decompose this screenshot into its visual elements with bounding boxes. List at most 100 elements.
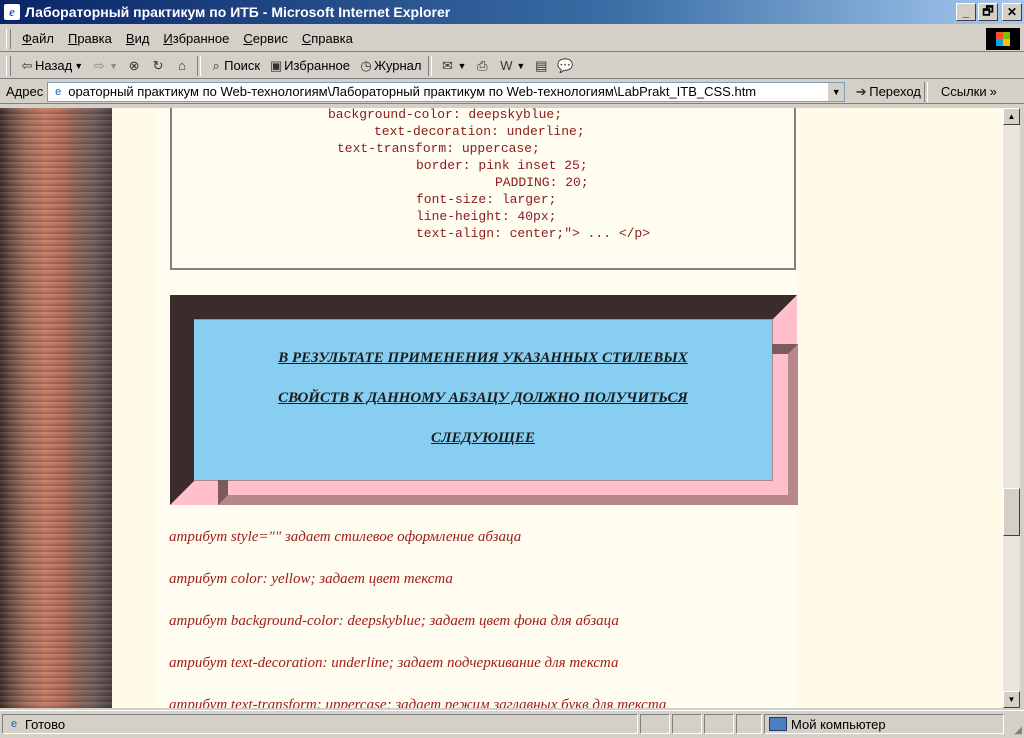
menu-view[interactable]: Вид bbox=[119, 31, 157, 46]
page-icon: e bbox=[55, 85, 62, 98]
minimize-button[interactable]: _ bbox=[956, 3, 976, 21]
attribute-description: атрибут text-decoration: underline; зада… bbox=[169, 655, 619, 671]
zone-text: Мой компьютер bbox=[791, 716, 886, 732]
toolbar-separator bbox=[923, 81, 928, 102]
links-label: Ссылки bbox=[940, 84, 987, 99]
messenger-button[interactable]: 💬 bbox=[553, 58, 577, 74]
chevron-down-icon[interactable]: ▼ bbox=[109, 61, 118, 71]
resize-grip-icon[interactable]: ◢ bbox=[1014, 725, 1022, 736]
window-controls: _ 🗗 ✕ bbox=[956, 3, 1022, 21]
menu-help[interactable]: Справка bbox=[295, 31, 360, 46]
menu-tools[interactable]: Сервис bbox=[236, 31, 295, 46]
menu-bar: Файл Правка Вид Избранное Сервис Справка bbox=[0, 26, 1024, 52]
address-bar: Адрес e ▼ ➔ Переход Ссылки » bbox=[0, 80, 1024, 104]
menu-favorites[interactable]: Избранное bbox=[156, 31, 236, 46]
address-field[interactable]: e ▼ bbox=[47, 81, 846, 102]
chevron-down-icon[interactable]: ▼ bbox=[457, 61, 466, 71]
status-panel bbox=[736, 714, 762, 734]
status-text-cell: e Готово bbox=[2, 714, 638, 734]
history-button[interactable]: ◷ Журнал bbox=[354, 58, 425, 74]
scroll-up-button[interactable]: ▲ bbox=[1003, 108, 1020, 125]
history-label: Журнал bbox=[374, 58, 422, 73]
search-button[interactable]: ⌕ Поиск bbox=[204, 58, 264, 74]
scroll-down-button[interactable]: ▼ bbox=[1003, 691, 1020, 708]
search-label: Поиск bbox=[224, 58, 261, 73]
attribute-description: атрибут background-color: deepskyblue; з… bbox=[169, 613, 619, 629]
scroll-thumb[interactable] bbox=[1003, 488, 1020, 536]
word-icon: W bbox=[500, 57, 513, 73]
search-icon: ⌕ bbox=[212, 57, 220, 73]
toolbar-grip[interactable] bbox=[6, 55, 11, 76]
back-arrow-icon: ⇦ bbox=[21, 57, 33, 73]
page-viewport: background-color: deepskyblue; text-deco… bbox=[0, 108, 1003, 708]
stop-icon: ⊗ bbox=[128, 57, 140, 73]
maximize-button[interactable]: 🗗 bbox=[978, 3, 998, 21]
code-line: border: pink inset 25; bbox=[416, 158, 588, 173]
back-button[interactable]: ⇦ Назад ▼ bbox=[15, 58, 87, 74]
go-label: Переход bbox=[869, 84, 921, 99]
standard-toolbar: ⇦ Назад ▼ ⇨ ▼ ⊗ ↻ ⌂ ⌕ Поиск ▣ Избранное … bbox=[0, 53, 1024, 79]
code-line: line-height: 40px; bbox=[416, 209, 557, 224]
window-title: Лабораторный практикум по ИТБ - Microsof… bbox=[25, 4, 451, 20]
links-button[interactable]: Ссылки » bbox=[941, 84, 997, 99]
status-panel bbox=[672, 714, 702, 734]
result-text-line: СВОЙСТВ К ДАННОМУ АБЗАЦУ ДОЛЖНО ПОЛУЧИТЬ… bbox=[278, 390, 688, 406]
vertical-scrollbar[interactable]: ▲ ▼ bbox=[1003, 108, 1020, 708]
toolbar-separator bbox=[428, 55, 433, 76]
code-line: text-transform: uppercase; bbox=[337, 141, 540, 156]
code-line: background-color: deepskyblue; bbox=[328, 108, 563, 122]
code-line: font-size: larger; bbox=[416, 192, 557, 207]
chevron-down-icon[interactable]: ▼ bbox=[74, 61, 83, 71]
computer-icon bbox=[769, 717, 787, 731]
page-icon: e bbox=[10, 718, 18, 730]
discuss-button[interactable]: ▤ bbox=[529, 58, 553, 74]
print-button[interactable]: ⎙ bbox=[470, 58, 494, 74]
go-button[interactable]: ➔ Переход bbox=[853, 84, 921, 100]
edit-button[interactable]: W ▼ bbox=[494, 58, 529, 74]
address-label: Адрес bbox=[6, 84, 44, 99]
menu-file[interactable]: Файл bbox=[15, 31, 61, 46]
favorites-button[interactable]: ▣ Избранное bbox=[264, 58, 354, 74]
attribute-description: атрибут color: yellow; задает цвет текст… bbox=[169, 571, 453, 587]
address-input[interactable] bbox=[68, 84, 829, 99]
window-edge bbox=[1020, 108, 1024, 708]
home-icon: ⌂ bbox=[178, 57, 187, 73]
favorites-label: Избранное bbox=[284, 58, 351, 73]
status-text: Готово bbox=[25, 716, 66, 732]
mail-button[interactable]: ✉ ▼ bbox=[435, 58, 470, 74]
status-panel bbox=[704, 714, 734, 734]
document-icon: ▤ bbox=[535, 57, 548, 73]
stop-button[interactable]: ⊗ bbox=[122, 58, 146, 74]
back-label: Назад bbox=[35, 58, 73, 73]
chevron-down-icon[interactable]: ▼ bbox=[516, 61, 525, 71]
chat-icon: 💬 bbox=[557, 57, 574, 73]
title-bar: e Лабораторный практикум по ИТБ - Micros… bbox=[0, 0, 1024, 24]
forward-button[interactable]: ⇨ ▼ bbox=[87, 58, 122, 74]
status-panel bbox=[640, 714, 670, 734]
go-arrow-icon: ➔ bbox=[855, 83, 867, 99]
decorative-border-strip bbox=[0, 108, 112, 708]
ie-icon: e bbox=[4, 4, 20, 20]
refresh-icon: ↻ bbox=[152, 57, 164, 73]
mail-icon: ✉ bbox=[442, 57, 453, 73]
toolbar-grip[interactable] bbox=[6, 28, 11, 49]
code-line: text-decoration: underline; bbox=[374, 124, 585, 139]
chevron-right-icon: » bbox=[989, 84, 997, 99]
attribute-description: атрибут style="" задает стилевое оформле… bbox=[169, 529, 522, 545]
windows-logo-icon bbox=[986, 28, 1020, 50]
close-button[interactable]: ✕ bbox=[1002, 3, 1022, 21]
attribute-description: атрибут text-transform: uppercase; задае… bbox=[169, 697, 667, 708]
result-text-line: СЛЕДУЮЩЕЕ bbox=[431, 430, 535, 446]
menu-edit[interactable]: Правка bbox=[61, 31, 119, 46]
forward-arrow-icon: ⇨ bbox=[93, 57, 105, 73]
history-icon: ◷ bbox=[360, 57, 372, 73]
chevron-down-icon[interactable]: ▼ bbox=[827, 82, 845, 101]
favorites-icon: ▣ bbox=[269, 57, 283, 73]
security-zone-cell: Мой компьютер bbox=[764, 714, 1004, 734]
print-icon: ⎙ bbox=[477, 57, 488, 73]
status-bar: e Готово Мой компьютер ◢ bbox=[0, 710, 1024, 738]
code-line: PADDING: 20; bbox=[495, 175, 589, 190]
toolbar-separator bbox=[197, 55, 202, 76]
home-button[interactable]: ⌂ bbox=[170, 58, 194, 74]
refresh-button[interactable]: ↻ bbox=[146, 58, 170, 74]
